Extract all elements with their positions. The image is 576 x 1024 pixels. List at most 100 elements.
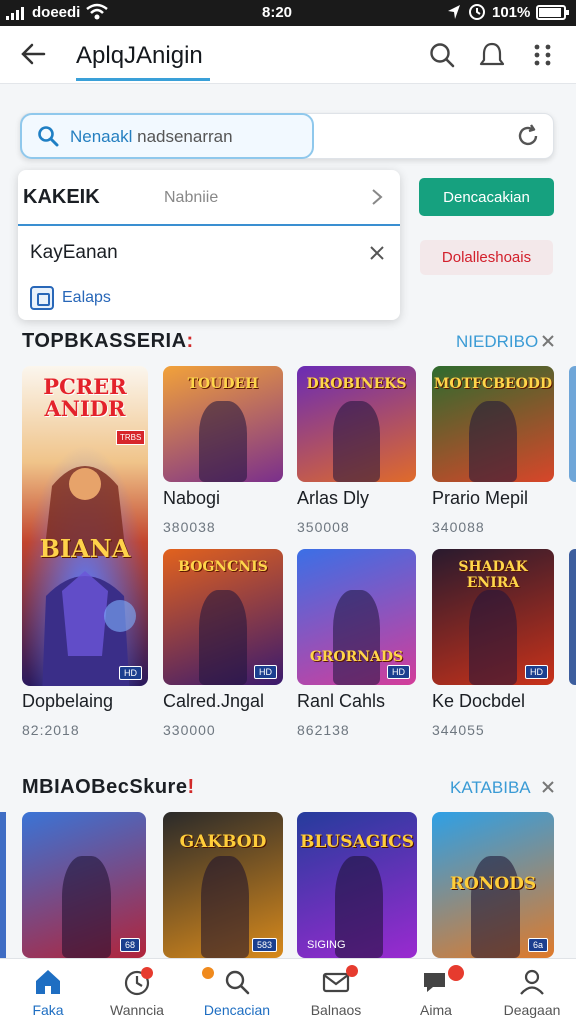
search-input[interactable]: Nenaakl nadsenarran [20, 113, 314, 159]
refresh-icon[interactable] [515, 123, 541, 149]
game-name[interactable]: Calred.Jngal [163, 691, 264, 712]
location-icon [448, 5, 460, 19]
page-title: AplqJAnigin [76, 42, 203, 69]
dropdown-header-row[interactable]: KAKEIK Nabniie [18, 170, 400, 226]
game-tile[interactable]: TOUDEH [163, 366, 283, 482]
section-link-bottom[interactable]: KATABIBA [450, 778, 531, 798]
nav-label: Balnaos [310, 1002, 362, 1018]
game-count: 340088 [432, 519, 485, 535]
nav-item-profile[interactable]: Deagaan [484, 959, 576, 1024]
status-bar: doeedi 8:20 101% [0, 0, 576, 26]
tile-title: GAKBOD [179, 832, 267, 852]
game-tile[interactable]: GAKBOD 583 [163, 812, 283, 958]
game-tile[interactable]: MOTFCBEODD [432, 366, 554, 482]
hd-badge: HD [525, 665, 548, 679]
partial-tile [0, 812, 6, 960]
notification-dot [202, 967, 214, 979]
tile-badge: 6a [527, 938, 548, 952]
search-icon[interactable] [427, 40, 457, 70]
partial-tile [569, 366, 576, 482]
search-bar[interactable]: Nenaakl nadsenarran [20, 113, 554, 159]
nav-item-inbox[interactable]: Balnaos [288, 959, 384, 1024]
notification-dot [141, 967, 153, 979]
tile-title: RONODS [449, 874, 537, 894]
dropdown-header: KAKEIK [23, 186, 100, 208]
character-art [468, 589, 518, 685]
tile-title: BLUSAGICS [300, 832, 414, 852]
dropdown-item[interactable]: KayEanan [30, 242, 118, 264]
magnifier-icon [38, 126, 59, 147]
character-art [332, 589, 381, 685]
notification-dot [346, 965, 358, 977]
battery-icon [536, 5, 569, 20]
title-underline [76, 78, 210, 81]
section-title-mark: : [186, 330, 194, 352]
nav-label: Aima [420, 1002, 452, 1018]
tile-title: TOUDEH [187, 376, 259, 392]
nav-label: Faka [32, 1002, 64, 1018]
nav-label: Dencacian [203, 1002, 271, 1018]
tile-title: DROBINEKS [306, 376, 407, 392]
character-art [471, 855, 520, 958]
tile-title: GRORNADS [309, 649, 404, 665]
status-time: 8:20 [262, 4, 293, 21]
nav-label: Wanncia [110, 1002, 164, 1018]
search-hint: nadsenarran [137, 127, 233, 146]
bottom-navigation: Faka Wanncia Dencacian Balnaos Aima Deag… [0, 958, 576, 1024]
game-name[interactable]: Ranl Cahls [297, 691, 385, 712]
nav-item-chat[interactable]: Aima [388, 959, 484, 1024]
featured-game-name[interactable]: Dopbelaing [22, 691, 113, 712]
notification-dot [448, 965, 464, 981]
nav-item-home[interactable]: Faka [0, 959, 96, 1024]
tile-title: BOGNCNIS [178, 559, 268, 575]
game-tile[interactable]: BLUSAGICS SIGING [297, 812, 417, 958]
game-name[interactable]: Arlas Dly [297, 488, 369, 509]
bell-icon[interactable] [477, 40, 507, 70]
signal-icon [6, 6, 24, 20]
secondary-action-button[interactable]: Dolalleshoais [420, 240, 553, 275]
game-tile[interactable]: GRORNADS HD [297, 549, 416, 685]
nav-item-history[interactable]: Wanncia [89, 959, 185, 1024]
nav-item-search[interactable]: Dencacian [189, 959, 285, 1024]
profile-icon [520, 969, 544, 995]
primary-action-button[interactable]: Dencacakian [419, 178, 554, 216]
poster-title: PCRER ANIDR [43, 374, 127, 421]
battery-percent: 101% [492, 4, 531, 21]
game-name[interactable]: Nabogi [163, 488, 220, 509]
section-title-top: TOPBKASSERIA: [22, 330, 194, 353]
app-bar: AplqJAnigin [0, 26, 576, 84]
game-count: 380038 [163, 519, 216, 535]
more-menu-icon[interactable] [528, 40, 558, 70]
alarm-icon [469, 4, 485, 20]
game-tile[interactable]: RONODS 6a [432, 812, 554, 958]
back-arrow-icon[interactable] [18, 39, 48, 69]
game-count: 330000 [163, 722, 216, 738]
game-name[interactable]: Ke Docbdel [432, 691, 525, 712]
character-art [199, 589, 247, 685]
game-tile[interactable]: 68 [22, 812, 146, 958]
game-tile[interactable]: BOGNCNIS HD [163, 549, 283, 685]
hd-badge: HD [387, 665, 410, 679]
search-query-text: Nenaakl [70, 127, 133, 146]
clear-icon[interactable] [368, 244, 386, 262]
character-art [199, 400, 247, 482]
search-icon [225, 970, 250, 995]
chevron-right-icon [372, 189, 383, 205]
character-art [332, 400, 381, 482]
home-icon [36, 970, 60, 994]
dropdown-action-label: Ealaps [62, 289, 111, 306]
close-icon[interactable] [541, 780, 555, 794]
section-link-top[interactable]: NIEDRIBO [456, 332, 538, 352]
dropdown-header-value: Nabniie [164, 189, 219, 206]
dropdown-action[interactable]: Ealaps [30, 286, 111, 310]
search-query: Nenaakl nadsenarran [70, 127, 233, 147]
poster-banner: BIANA [39, 534, 131, 563]
tile-badge: SIGING [307, 939, 346, 951]
close-icon[interactable] [541, 334, 555, 348]
featured-game-poster[interactable]: PCRER ANIDR TRBS BIANA HD [22, 366, 148, 686]
character-art [468, 400, 518, 482]
game-name[interactable]: Prario Mepil [432, 488, 528, 509]
game-tile[interactable]: DROBINEKS [297, 366, 416, 482]
chat-icon [424, 973, 445, 992]
game-tile[interactable]: SHADAK ENIRA HD [432, 549, 554, 685]
